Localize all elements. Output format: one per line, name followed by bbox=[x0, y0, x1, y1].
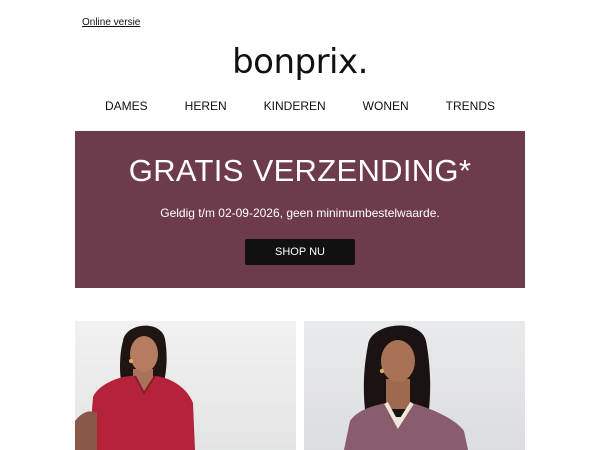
nav-item-wonen[interactable]: WONEN bbox=[363, 99, 409, 113]
online-version-link[interactable]: Online versie bbox=[82, 17, 140, 28]
main-navigation: DAMES HEREN KINDEREN WONEN TRENDS bbox=[75, 99, 525, 113]
product-image-left[interactable] bbox=[75, 321, 296, 450]
nav-item-dames[interactable]: DAMES bbox=[105, 99, 148, 113]
nav-item-heren[interactable]: HEREN bbox=[185, 99, 227, 113]
banner-title: GRATIS VERZENDING* bbox=[128, 153, 472, 188]
bonprix-logo[interactable]: bonprix. bbox=[0, 40, 600, 84]
nav-item-kinderen[interactable]: KINDEREN bbox=[264, 99, 326, 113]
nav-item-trends[interactable]: TRENDS bbox=[446, 99, 495, 113]
woman-mauve-top-image bbox=[344, 325, 468, 450]
free-shipping-banner: GRATIS VERZENDING* Geldig t/m 02-09-2026… bbox=[75, 131, 525, 288]
woman-red-top-image bbox=[75, 325, 195, 450]
banner-subtitle: Geldig t/m 02-09-2026, geen minimumbeste… bbox=[160, 206, 440, 220]
shop-now-button[interactable]: SHOP NU bbox=[245, 239, 355, 265]
product-image-right[interactable] bbox=[304, 321, 525, 450]
